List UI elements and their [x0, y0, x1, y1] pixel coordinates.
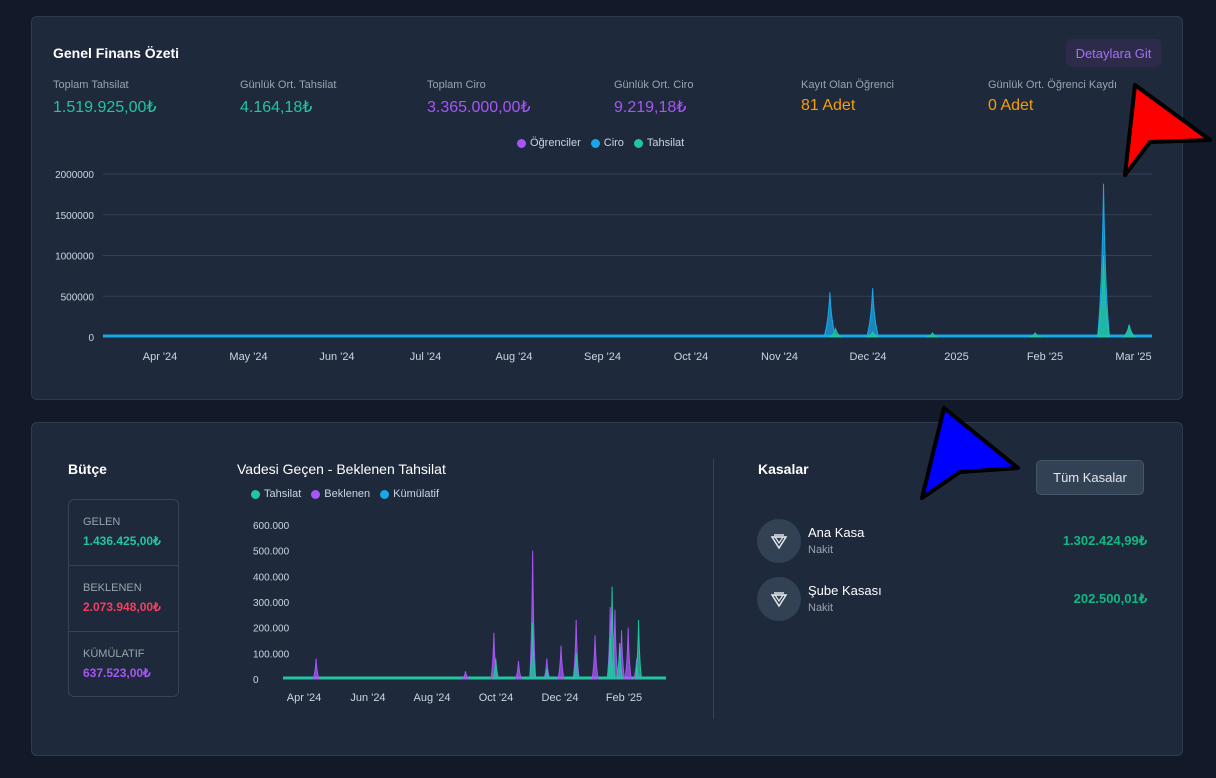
y-tick-label: 200.000 — [253, 624, 290, 635]
x-tick-label: Feb '25 — [606, 692, 642, 704]
series-spike-ciro — [865, 288, 880, 338]
x-tick-label: Jun '24 — [350, 692, 385, 704]
cashbox-type: Nakit — [808, 544, 834, 556]
x-tick-label: Aug '24 — [414, 692, 451, 704]
finance-summary-card: Genel Finans Özeti Detaylara Git Toplam … — [31, 16, 1183, 400]
series-spike-beklenen — [312, 658, 320, 680]
y-tick-label: 0 — [88, 333, 94, 344]
y-tick-label: 100.000 — [253, 649, 290, 660]
x-tick-label: 2025 — [944, 351, 968, 363]
cashbox-name: Ana Kasa — [808, 525, 865, 540]
series-spike-beklenen — [514, 661, 523, 680]
y-tick-label: 0 — [253, 675, 259, 686]
x-tick-label: Sep '24 — [584, 351, 621, 363]
y-tick-label: 1500000 — [55, 211, 94, 222]
series-spike-beklenen — [461, 671, 470, 680]
y-tick-label: 500.000 — [253, 547, 290, 558]
cashbox-amount: 1.302.424,99₺ — [1062, 533, 1147, 548]
x-tick-label: Feb '25 — [1027, 351, 1063, 363]
x-tick-label: Jul '24 — [410, 351, 441, 363]
x-tick-label: Oct '24 — [479, 692, 514, 704]
x-tick-label: Apr '24 — [287, 692, 322, 704]
y-tick-label: 600.000 — [253, 521, 290, 532]
cashbox-name: Şube Kasası — [808, 583, 882, 598]
x-tick-label: Oct '24 — [674, 351, 709, 363]
kasalar-title: Kasalar — [758, 461, 809, 477]
cashbox-type: Nakit — [808, 602, 834, 614]
y-tick-label: 2000000 — [55, 170, 94, 181]
all-cashboxes-button[interactable]: Tüm Kasalar — [1036, 460, 1144, 495]
overdue-collection-chart: 600.000 500.000 400.000 300.000 200.000 100.0… — [253, 521, 666, 704]
series-spike-beklenen — [591, 635, 599, 680]
x-tick-label: Dec '24 — [542, 692, 579, 704]
cashbox-row[interactable]: Şube Kasası Nakit 202.500,01₺ — [757, 577, 1147, 621]
series-spike-beklenen — [624, 627, 632, 680]
series-spike-beklenen — [557, 645, 565, 680]
x-tick-label: Jun '24 — [319, 351, 354, 363]
x-tick-label: Dec '24 — [850, 351, 887, 363]
section-divider — [713, 459, 714, 719]
y-tick-label: 1000000 — [55, 252, 94, 263]
x-tick-label: Mar '25 — [1115, 351, 1151, 363]
x-tick-label: Aug '24 — [496, 351, 533, 363]
x-tick-label: Apr '24 — [143, 351, 178, 363]
cashbox-amount: 202.500,01₺ — [1073, 591, 1147, 606]
cashbox-row[interactable]: Ana Kasa Nakit 1.302.424,99₺ — [757, 519, 1147, 563]
x-tick-label: May '24 — [229, 351, 267, 363]
finance-area-chart: 2000000 1500000 1000000 500000 0 Apr '24 May '… — [55, 170, 1152, 363]
wallet-icon — [757, 519, 801, 563]
wallet-icon — [757, 577, 801, 621]
series-spike-tahsilat — [1121, 324, 1137, 338]
y-tick-label: 500000 — [61, 292, 95, 303]
series-spike-tahsilat — [635, 619, 643, 680]
y-tick-label: 300.000 — [253, 598, 290, 609]
y-tick-label: 400.000 — [253, 572, 290, 583]
x-tick-label: Nov '24 — [761, 351, 798, 363]
series-spike-ciro — [823, 292, 837, 338]
budget-card: Bütçe GELEN 1.436.425,00₺ BEKLENEN 2.073… — [31, 422, 1183, 756]
